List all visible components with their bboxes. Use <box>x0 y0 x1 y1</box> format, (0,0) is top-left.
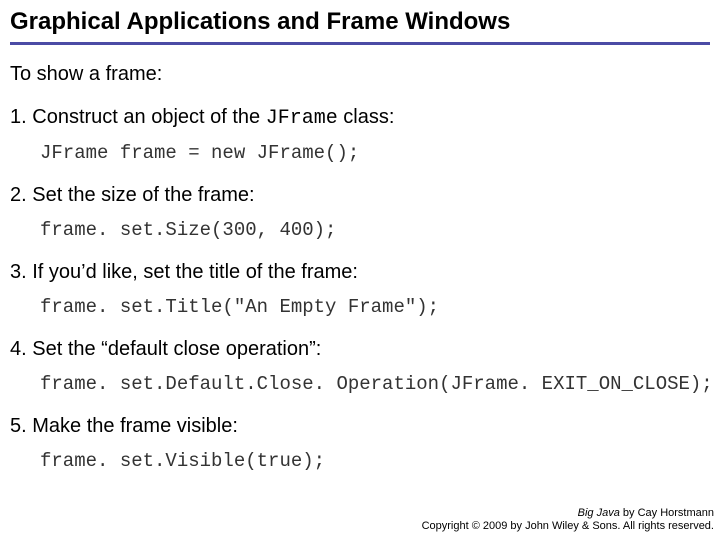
list-item: Construct an object of the JFrame class:… <box>10 104 710 164</box>
code-line: JFrame frame = new JFrame(); <box>10 142 710 164</box>
list-item: Make the frame visible: frame. set.Visib… <box>10 413 710 472</box>
code-line: frame. set.Default.Close. Operation(JFra… <box>10 373 710 395</box>
footer-line2: Copyright © 2009 by John Wiley & Sons. A… <box>422 520 714 534</box>
step-text-pre: If you’d like, set the title of the fram… <box>32 261 358 283</box>
list-item: Set the “default close operation”: frame… <box>10 336 710 395</box>
code-line: frame. set.Size(300, 400); <box>10 219 710 241</box>
step-text-pre: Make the frame visible: <box>32 415 238 437</box>
book-title: Big Java <box>578 507 620 519</box>
footer: Big Java by Cay Horstmann Copyright © 20… <box>422 507 714 535</box>
byline: by Cay Horstmann <box>620 507 714 519</box>
step-text: If you’d like, set the title of the fram… <box>10 259 710 286</box>
step-text: Make the frame visible: <box>10 413 710 440</box>
list-item: Set the size of the frame: frame. set.Si… <box>10 182 710 241</box>
inline-code: JFrame <box>266 107 338 130</box>
step-text: Construct an object of the JFrame class: <box>10 104 710 132</box>
slide: Graphical Applications and Frame Windows… <box>0 0 720 540</box>
footer-line1: Big Java by Cay Horstmann <box>422 507 714 521</box>
step-text: Set the size of the frame: <box>10 182 710 209</box>
code-line: frame. set.Title("An Empty Frame"); <box>10 296 710 318</box>
step-text-post: class: <box>338 106 395 128</box>
code-line: frame. set.Visible(true); <box>10 450 710 472</box>
steps-list: Construct an object of the JFrame class:… <box>10 104 710 472</box>
step-text: Set the “default close operation”: <box>10 336 710 363</box>
intro-text: To show a frame: <box>10 63 710 86</box>
slide-title: Graphical Applications and Frame Windows <box>10 8 710 45</box>
step-text-pre: Construct an object of the <box>32 106 265 128</box>
step-text-pre: Set the “default close operation”: <box>32 338 321 360</box>
list-item: If you’d like, set the title of the fram… <box>10 259 710 318</box>
step-text-pre: Set the size of the frame: <box>32 184 254 206</box>
